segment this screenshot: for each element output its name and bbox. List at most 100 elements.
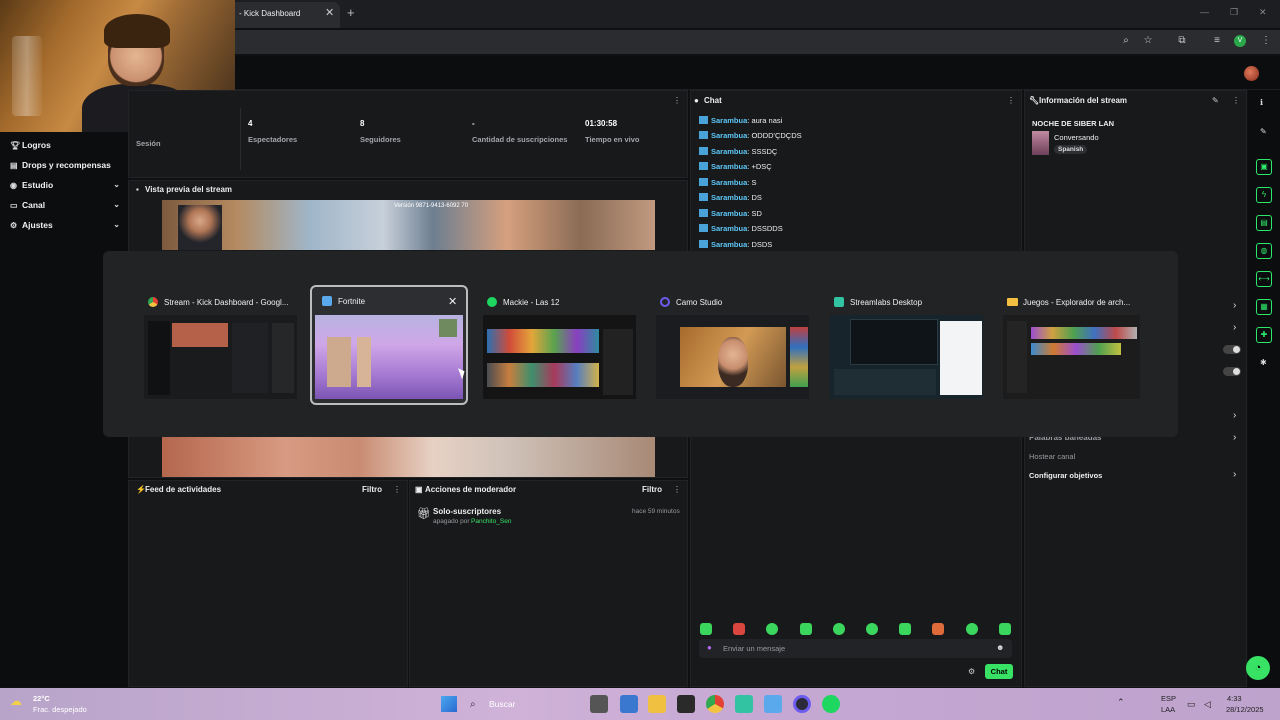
feed-menu-icon[interactable]: ⋮ — [393, 485, 401, 494]
chevron-right-icon[interactable]: › — [1233, 432, 1236, 443]
emote-icon[interactable] — [700, 623, 712, 635]
rail-wrench-icon[interactable]: ✚ — [1256, 327, 1272, 343]
chevron-right-icon[interactable]: › — [1233, 322, 1236, 333]
emote-icon[interactable] — [833, 623, 845, 635]
divider — [240, 108, 241, 170]
rail-layout-icon[interactable]: ▦ — [1256, 299, 1272, 315]
taskbar-search[interactable]: Buscar — [489, 699, 515, 709]
clock-date[interactable]: 28/12/2025 — [1226, 705, 1264, 714]
switcher-window-explorer[interactable]: Juegos - Explorador de arch... — [1001, 289, 1158, 401]
chevron-right-icon[interactable]: › — [1233, 469, 1236, 480]
stat-value-followers: 8 — [360, 119, 365, 128]
chat-settings-gear-icon[interactable]: ⚙ — [968, 667, 975, 676]
language-primary[interactable]: ESP — [1161, 694, 1176, 703]
bookmark-star-icon[interactable]: ☆ — [1141, 34, 1155, 48]
sidebar-item-logros[interactable]: 🏆︎ Logros — [10, 140, 122, 156]
channel-icon: ▭ — [10, 201, 18, 210]
weather-desc[interactable]: Frac. despejado — [33, 705, 87, 714]
app-icon[interactable] — [620, 695, 638, 713]
switcher-window-streamlabs[interactable]: Streamlabs Desktop — [828, 289, 985, 401]
sidebar-item-ajustes[interactable]: ⚙ Ajustes ⌄ — [10, 220, 122, 236]
mod-filter-button[interactable]: Filtro — [642, 485, 662, 494]
chevron-right-icon[interactable]: › — [1233, 410, 1236, 421]
spotify-icon[interactable] — [822, 695, 840, 713]
window-title: Mackie - Las 12 — [503, 298, 560, 307]
weather-icon[interactable]: ☁ — [10, 694, 22, 708]
mod-action-user[interactable]: Panchito_Sen — [471, 518, 511, 525]
file-explorer-icon[interactable] — [648, 695, 666, 713]
kebab-menu-icon[interactable]: ⋮ — [1259, 34, 1273, 48]
rail-mod-icon[interactable]: ⟷ — [1256, 271, 1272, 287]
sidebar-item-estudio[interactable]: ◉ Estudio ⌄ — [10, 180, 122, 196]
windows-start-icon[interactable] — [441, 696, 457, 712]
chat-send-button[interactable]: Chat — [985, 664, 1013, 679]
chat-title: Chat — [704, 96, 722, 105]
emote-icon[interactable] — [966, 623, 978, 635]
window-thumbnail — [483, 315, 636, 399]
fortnite-icon[interactable] — [764, 695, 782, 713]
pencil-icon[interactable]: ✎ — [1212, 96, 1219, 105]
chevron-right-icon[interactable]: › — [1233, 300, 1236, 311]
emote-icon[interactable] — [733, 623, 745, 635]
emote-icon[interactable] — [766, 623, 778, 635]
chevron-up-icon[interactable]: ⌃ — [1117, 697, 1125, 708]
edit-icon[interactable]: ✎ — [1260, 127, 1267, 136]
close-icon[interactable]: ✕ — [448, 295, 457, 308]
rail-chat-icon[interactable]: ◍ — [1256, 243, 1272, 259]
emote-icon[interactable] — [866, 623, 878, 635]
rail-tool-icon[interactable]: ▣ — [1256, 159, 1272, 175]
zoom-icon[interactable]: ⌕ — [1119, 34, 1133, 48]
host-channel-item[interactable]: Hostear canal — [1029, 452, 1075, 461]
help-chat-button[interactable]: ◔ — [1246, 656, 1270, 680]
emote-icon[interactable] — [899, 623, 911, 635]
chrome-icon — [148, 297, 158, 307]
toggle-switch[interactable] — [1223, 367, 1241, 376]
sidebar-item-canal[interactable]: ▭ Canal ⌄ — [10, 200, 122, 216]
weather-temp[interactable]: 22°C — [33, 694, 50, 703]
stats-menu-icon[interactable]: ⋮ — [673, 96, 681, 105]
emoji-icon[interactable]: ☻ — [996, 643, 1004, 652]
emote-icon[interactable] — [999, 623, 1011, 635]
emote-icon[interactable] — [932, 623, 944, 635]
chat-input-placeholder: Enviar un mensaje — [723, 644, 786, 653]
shield-icon: ▣ — [415, 485, 423, 494]
mod-menu-icon[interactable]: ⋮ — [673, 485, 681, 494]
network-icon[interactable]: ▭ — [1187, 699, 1196, 710]
switcher-window-spotify[interactable]: Mackie - Las 12 — [481, 289, 638, 401]
toggle-switch[interactable] — [1223, 345, 1241, 354]
switcher-window-fortnite[interactable]: Fortnite ✕ — [310, 285, 468, 405]
rail-lightning-icon[interactable]: ϟ — [1256, 187, 1272, 203]
apps-icon[interactable]: ✱ — [1260, 358, 1267, 367]
volume-icon[interactable]: ◁ — [1204, 699, 1211, 710]
chevron-down-icon: ⌄ — [113, 200, 120, 209]
maximize-icon[interactable]: ❐ — [1230, 7, 1238, 18]
goals-item[interactable]: Configurar objetivos — [1029, 471, 1102, 480]
tab-close-icon[interactable]: ✕ — [325, 6, 334, 19]
profile-icon[interactable]: V — [1234, 35, 1246, 47]
mic-icon[interactable]: ● — [707, 643, 712, 652]
store-icon[interactable] — [677, 695, 695, 713]
info-menu-icon[interactable]: ⋮ — [1232, 96, 1240, 105]
avatar[interactable] — [1244, 66, 1259, 81]
chat-menu-icon[interactable]: ⋮ — [1007, 96, 1015, 105]
sidebar-item-drops[interactable]: ▤ Drops y recompensas — [10, 160, 122, 176]
window-close-icon[interactable]: ✕ — [1259, 7, 1267, 18]
search-icon[interactable]: ⌕ — [470, 699, 476, 710]
language-secondary[interactable]: LAA — [1161, 705, 1175, 714]
extensions-icon[interactable]: ⧉ — [1175, 34, 1189, 48]
switcher-window-chrome[interactable]: Stream - Kick Dashboard - Googl... — [142, 289, 299, 401]
emote-icon[interactable] — [800, 623, 812, 635]
new-tab-icon[interactable]: + — [347, 5, 355, 20]
rail-doc-icon[interactable]: ▤ — [1256, 215, 1272, 231]
chrome-icon[interactable] — [706, 695, 724, 713]
taskview-icon[interactable] — [590, 695, 608, 713]
switcher-window-camo[interactable]: Camo Studio — [654, 289, 811, 401]
fortnite-icon — [322, 296, 332, 306]
feed-filter-button[interactable]: Filtro — [362, 485, 382, 494]
info-circle-icon[interactable]: ℹ — [1260, 98, 1263, 107]
streamlabs-icon[interactable] — [735, 695, 753, 713]
clock-time[interactable]: 4:33 — [1227, 694, 1242, 703]
minimize-icon[interactable]: — — [1200, 7, 1209, 17]
camo-icon[interactable] — [793, 695, 811, 713]
media-icon[interactable]: ≡ — [1210, 34, 1224, 48]
